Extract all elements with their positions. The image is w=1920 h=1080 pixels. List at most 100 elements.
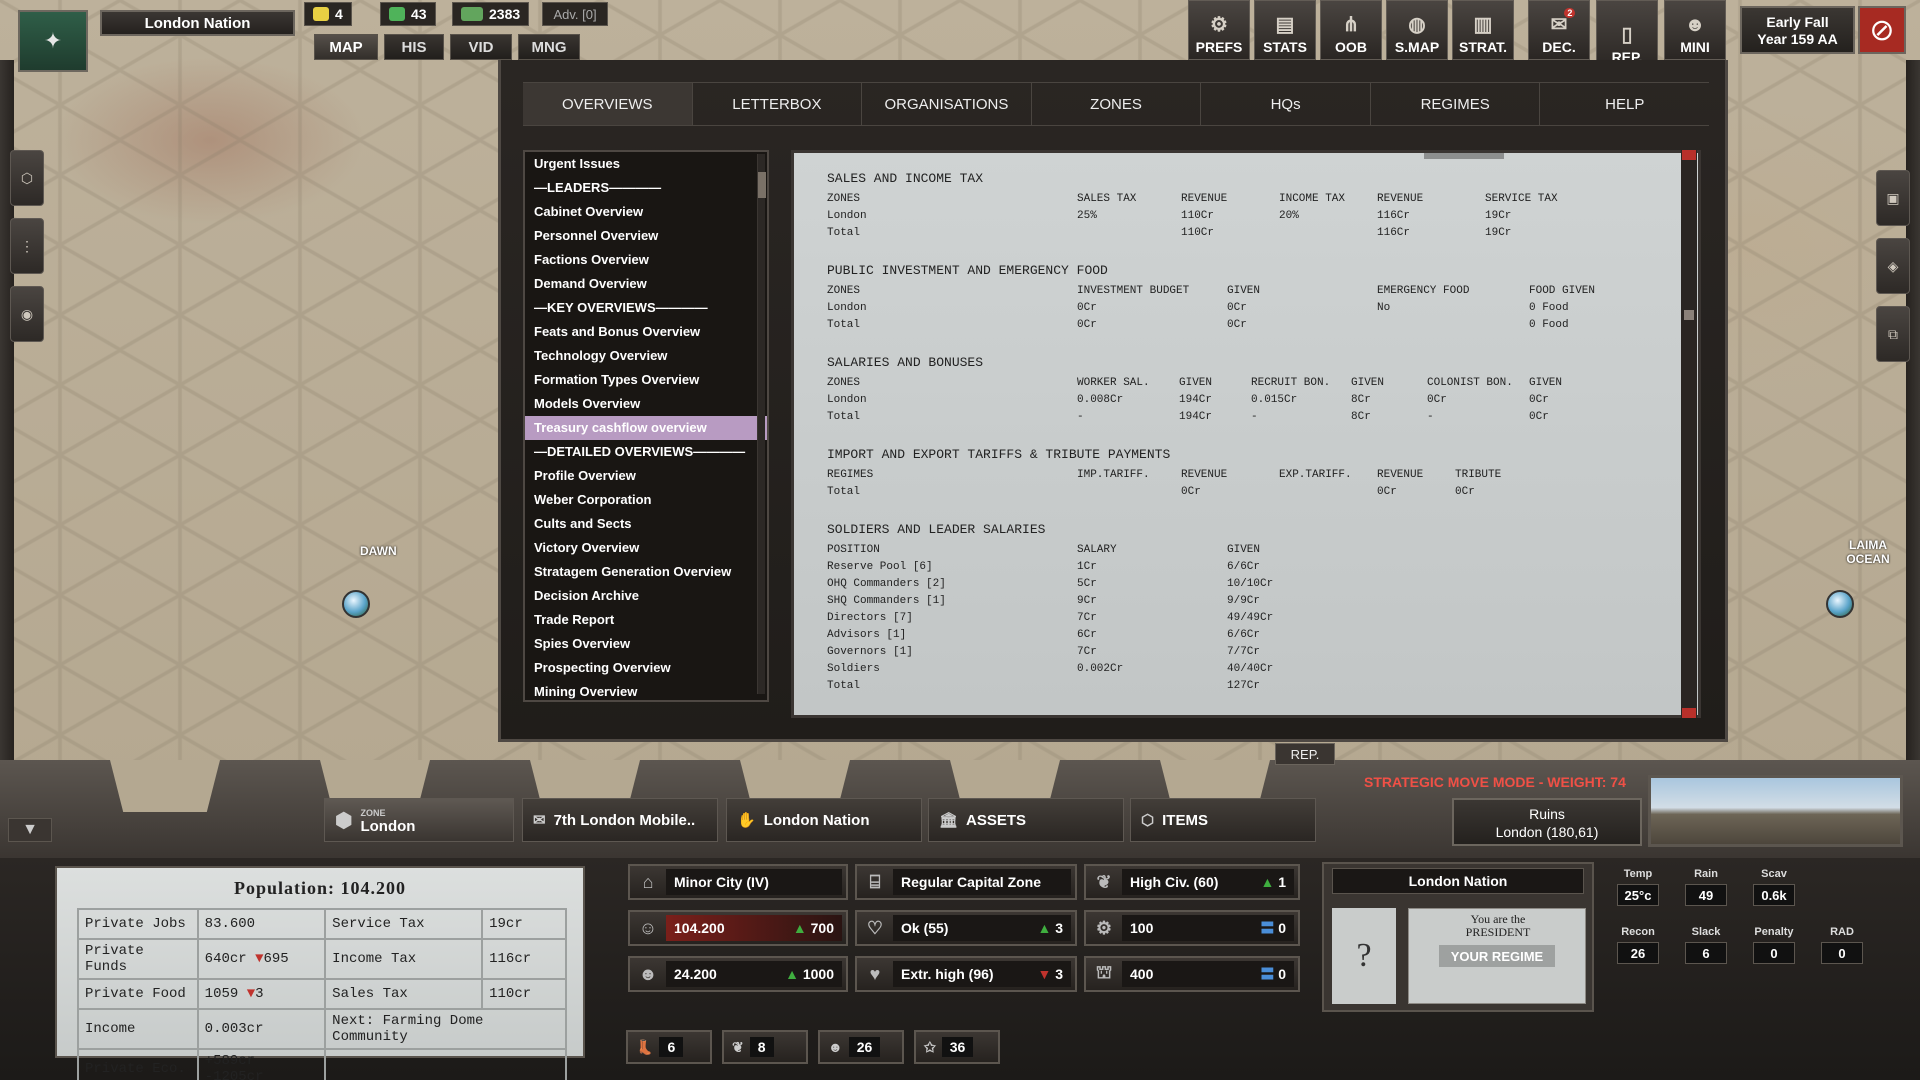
tab-letterbox[interactable]: LETTERBOX — [693, 83, 863, 125]
rep-tab[interactable]: REP. — [1275, 743, 1335, 765]
leaders-counter[interactable]: ☻ 26 — [818, 1030, 904, 1064]
tab-zones[interactable]: ZONES — [1032, 83, 1202, 125]
target-icon[interactable]: ◉ — [10, 286, 44, 342]
menu-item[interactable]: Trade Report — [525, 608, 767, 632]
menu-item: —KEY OVERVIEWS———— — [534, 300, 708, 315]
menu-item[interactable]: Feats and Bonus Overview — [525, 320, 767, 344]
happiness-stat[interactable]: ♡ Ok (55) ▲ 3 — [855, 910, 1077, 946]
infrastructure-stat[interactable]: ⚙ 100 〓 0 — [1084, 910, 1300, 946]
dec-button[interactable]: ✉ 2 DEC. — [1528, 0, 1590, 60]
tab-vid[interactable]: VID — [450, 34, 512, 60]
population-stat[interactable]: ☺ 104.200 ▲ 700 — [628, 910, 848, 946]
cell: Total — [827, 319, 861, 331]
city-size-stat[interactable]: ⌂ Minor City (IV) — [628, 864, 848, 900]
menu-item[interactable]: Prospecting Overview — [525, 656, 767, 680]
assets-tab[interactable]: 🏛 ASSETS — [928, 798, 1124, 842]
menu-item[interactable]: Victory Overview — [525, 536, 767, 560]
adv-counter[interactable]: Adv. [0] — [542, 2, 608, 26]
cell: 194Cr — [1179, 411, 1213, 423]
hierarchy-icon: ⋔ — [1342, 14, 1360, 36]
leader-portrait[interactable]: ? — [1332, 908, 1396, 1004]
capacity-stat[interactable]: ⛫ 400 〓 0 — [1084, 956, 1300, 992]
civilization-stat[interactable]: ❦ High Civ. (60) ▲ 1 — [1084, 864, 1300, 900]
nation-flag-icon[interactable]: ✦ — [18, 10, 88, 72]
menu-item[interactable]: Decision Archive — [525, 584, 767, 608]
zone-tab[interactable]: ⬢ ZONE London — [324, 798, 514, 842]
menu-item[interactable]: Demand Overview — [525, 272, 767, 296]
cell: 194Cr — [1179, 394, 1213, 406]
tab-his[interactable]: HIS — [384, 34, 444, 60]
cell: 0 Food — [1529, 302, 1569, 314]
boots-counter[interactable]: 👢 6 — [626, 1030, 712, 1064]
prefs-button[interactable]: ⚙ PREFS — [1188, 0, 1250, 60]
tab-mng[interactable]: MNG — [518, 34, 580, 60]
hierarchy-icon[interactable]: ⋮ — [10, 218, 44, 274]
menu-item[interactable]: Cabinet Overview — [525, 200, 767, 224]
tab-map[interactable]: MAP — [314, 34, 378, 60]
menu-item[interactable]: Mining Overview — [525, 680, 767, 700]
menu-item[interactable]: Stratagem Generation Overview — [525, 560, 767, 584]
menu-item[interactable]: Treasury cashflow overview — [525, 416, 767, 440]
settlement-icon[interactable] — [1826, 590, 1854, 618]
collapse-icon[interactable]: ▼ — [8, 818, 52, 842]
copy-icon[interactable]: ⧉ — [1876, 306, 1910, 362]
stars-counter[interactable]: ✩ 36 — [914, 1030, 1000, 1064]
nation-name[interactable]: London Nation — [100, 10, 295, 36]
cell: 8Cr — [1351, 411, 1371, 423]
menu-item[interactable]: Formation Types Overview — [525, 368, 767, 392]
menu-item[interactable]: Urgent Issues — [525, 152, 767, 176]
menu-item[interactable]: Technology Overview — [525, 344, 767, 368]
gear-icon: ⚙ — [1210, 14, 1228, 36]
unit-tab[interactable]: ✉ 7th London Mobile.. — [522, 798, 718, 842]
items-tab[interactable]: ⬡ ITEMS — [1130, 798, 1316, 842]
cell: 116Cr — [1377, 210, 1411, 222]
strat-button[interactable]: ▥ STRAT. — [1452, 0, 1514, 60]
tab-help[interactable]: HELP — [1540, 83, 1709, 125]
zone-type-stat[interactable]: ⌸ Regular Capital Zone — [855, 864, 1077, 900]
menu-scrollbar[interactable] — [757, 154, 766, 694]
scroll-up-icon[interactable] — [1682, 150, 1696, 160]
mini-button[interactable]: ☻ MINI — [1664, 0, 1726, 60]
workers-stat[interactable]: ☻ 24.200 ▲ 1000 — [628, 956, 848, 992]
map-label-dawn: DAWN — [360, 544, 397, 558]
col-header: SALES TAX — [1077, 193, 1137, 205]
menu-item[interactable]: Factions Overview — [525, 248, 767, 272]
nation-tab[interactable]: ✋ London Nation — [726, 798, 922, 842]
menu-item[interactable]: Weber Corporation — [525, 488, 767, 512]
tab-organisations[interactable]: ORGANISATIONS — [862, 83, 1032, 125]
layers-icon[interactable]: ◈ — [1876, 238, 1910, 294]
wings-counter[interactable]: ❦ 8 — [722, 1030, 808, 1064]
hand-icon: ✋ — [737, 812, 756, 829]
scroll-down-icon[interactable] — [1682, 708, 1696, 718]
cube-icon[interactable]: ⬡ — [10, 150, 44, 206]
menu-item[interactable]: Spies Overview — [525, 632, 767, 656]
loyalty-stat[interactable]: ♥ Extr. high (96) ▼ 3 — [855, 956, 1077, 992]
terrain-thumbnail[interactable] — [1648, 775, 1903, 847]
menu-item[interactable]: Cults and Sects — [525, 512, 767, 536]
tab-regimes[interactable]: REGIMES — [1371, 83, 1541, 125]
tab-overviews[interactable]: OVERVIEWS — [523, 83, 693, 125]
col-header: ZONES — [827, 285, 861, 297]
cell: Advisors [1] — [827, 629, 907, 641]
your-regime-button[interactable]: YOUR REGIME — [1439, 945, 1555, 967]
hex-icon: ⬢ — [335, 809, 353, 832]
smap-button[interactable]: ◍ S.MAP — [1386, 0, 1448, 60]
end-turn-button[interactable]: ⊘ — [1858, 6, 1906, 54]
menu-item[interactable]: Profile Overview — [525, 464, 767, 488]
col-header: ZONES — [827, 377, 861, 389]
oob-button[interactable]: ⋔ OOB — [1320, 0, 1382, 60]
report-scrollbar[interactable] — [1681, 150, 1697, 718]
cell: 1Cr — [1077, 561, 1097, 573]
stats-button[interactable]: ▤ STATS — [1254, 0, 1316, 60]
panel-icon[interactable]: ▣ — [1876, 170, 1910, 226]
cell: 7/7Cr — [1227, 646, 1261, 658]
cell: Total — [827, 411, 861, 423]
tab-hqs[interactable]: HQs — [1201, 83, 1371, 125]
menu-item[interactable]: Personnel Overview — [525, 224, 767, 248]
scroll-thumb[interactable] — [1684, 310, 1694, 320]
settlement-icon[interactable] — [342, 590, 370, 618]
cell: 0Cr — [1529, 411, 1549, 423]
menu-item[interactable]: Models Overview — [525, 392, 767, 416]
treasury-report: SALES AND INCOME TAX ZONES SALES TAX REV… — [791, 150, 1701, 718]
col-header: SERVICE TAX — [1485, 193, 1558, 205]
